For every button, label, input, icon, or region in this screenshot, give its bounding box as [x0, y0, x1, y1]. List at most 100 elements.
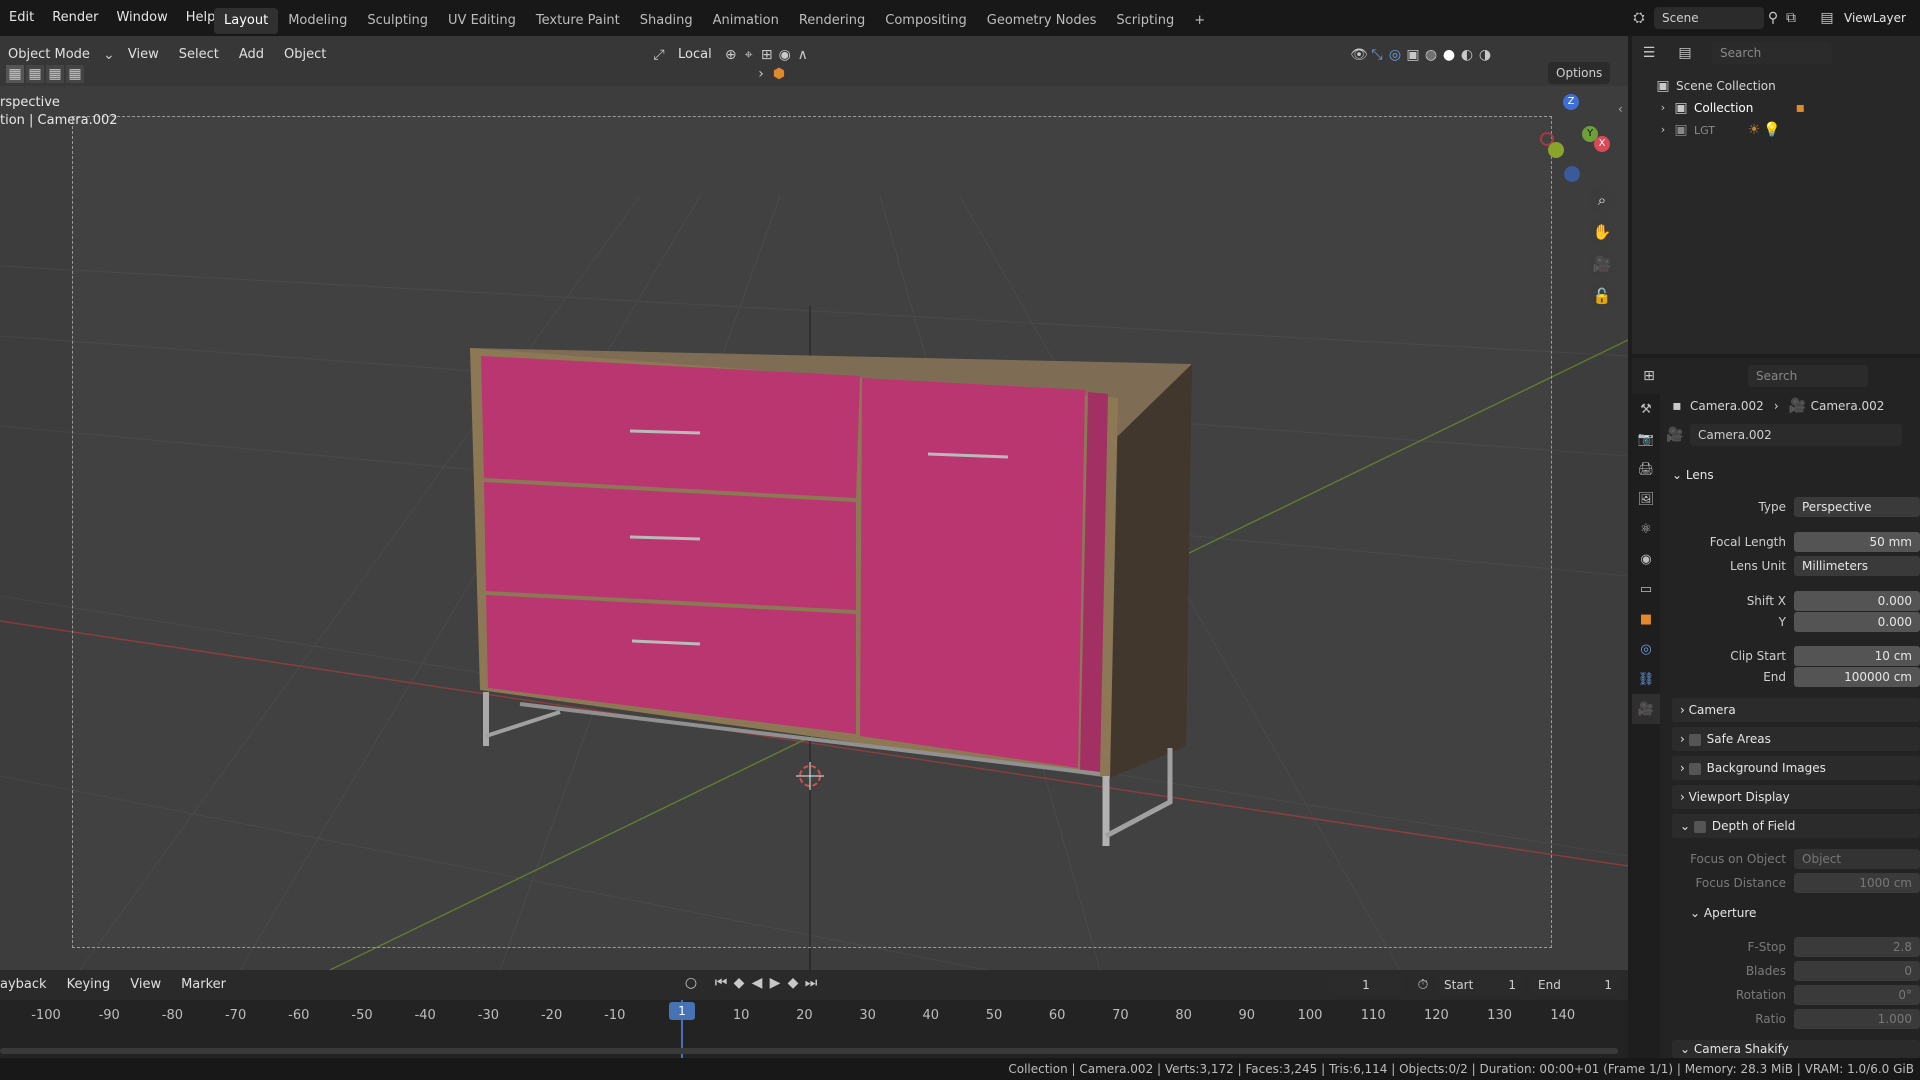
aperture-subpanel-header[interactable]: ⌄ Aperture: [1690, 906, 1756, 920]
display-mode-icon[interactable]: ▤: [1676, 44, 1694, 62]
timeline-ruler[interactable]: -100 -90 -80 -70 -60 -50 -40 -30 -20 -10 10 20 30 40 5…: [0, 970, 1628, 1058]
scene-selector[interactable]: Scene: [1654, 7, 1764, 29]
camera-datablock-icon[interactable]: 🎥: [1666, 426, 1684, 444]
rendered-shading-icon[interactable]: ◑: [1476, 46, 1494, 64]
camera-object-icon[interactable]: ▪: [1791, 99, 1809, 117]
tab-sculpting[interactable]: Sculpting: [357, 8, 438, 34]
tab-compositing[interactable]: Compositing: [875, 8, 977, 34]
options-dropdown[interactable]: Options: [1548, 62, 1611, 84]
shift-x-field[interactable]: 0.000: [1794, 591, 1920, 611]
gizmo-toggle-icon[interactable]: ⤡: [1368, 46, 1386, 64]
fstop-field[interactable]: 2.8: [1794, 937, 1920, 957]
focal-length-field[interactable]: 50 mm: [1794, 532, 1920, 552]
menu-edit[interactable]: Edit: [0, 0, 43, 36]
lens-panel-header[interactable]: ⌄ Lens: [1672, 464, 1920, 486]
tool-tab-icon[interactable]: ⚒: [1632, 394, 1660, 424]
expand-arrow-icon[interactable]: ›: [1654, 121, 1672, 139]
playhead-marker[interactable]: 1: [669, 1002, 695, 1020]
solid-shading-icon[interactable]: ●: [1440, 46, 1458, 64]
3d-viewport[interactable]: Object Mode ⌄ View Select Add Object ▦ ▦…: [0, 36, 1628, 970]
scene-icon[interactable]: ⛭: [1630, 9, 1648, 27]
snap-target-icon[interactable]: ⊞: [758, 46, 776, 64]
tab-scripting[interactable]: Scripting: [1106, 8, 1184, 34]
rotation-field[interactable]: 0°: [1794, 985, 1920, 1005]
safe-areas-panel-header[interactable]: › Safe Areas: [1672, 727, 1920, 751]
xray-icon[interactable]: ▣: [1404, 46, 1422, 64]
pivot-icon[interactable]: ⊕: [722, 46, 740, 64]
tab-shading[interactable]: Shading: [630, 8, 703, 34]
focus-object-field[interactable]: Object: [1794, 849, 1920, 869]
light-icon[interactable]: ☀: [1745, 121, 1763, 139]
tab-animation[interactable]: Animation: [703, 8, 789, 34]
collection-label[interactable]: Collection: [1694, 101, 1753, 115]
camera-view-icon[interactable]: 🎥: [1588, 250, 1616, 278]
lens-unit-dropdown[interactable]: Millimeters: [1794, 556, 1920, 576]
background-images-checkbox[interactable]: [1688, 762, 1701, 775]
wireframe-shading-icon[interactable]: ◍: [1422, 46, 1440, 64]
depth-of-field-checkbox[interactable]: [1693, 820, 1706, 833]
view-layer-icon[interactable]: ▤: [1818, 9, 1836, 27]
gizmo-z-axis[interactable]: Z: [1563, 94, 1579, 110]
light-data-icon[interactable]: 💡: [1763, 121, 1781, 139]
background-images-panel-header[interactable]: › Background Images: [1672, 756, 1920, 780]
outliner-row-lgt[interactable]: › ▣ LGT ☀ 💡: [1654, 120, 1781, 140]
properties-editor-type-icon[interactable]: ⊞: [1640, 367, 1658, 385]
lock-camera-icon[interactable]: 🔓: [1588, 282, 1616, 310]
tab-texture-paint[interactable]: Texture Paint: [526, 8, 630, 34]
expand-arrow-icon[interactable]: ›: [1654, 99, 1672, 117]
viewport-display-panel-header[interactable]: › Viewport Display: [1672, 785, 1920, 809]
chevron-right-icon[interactable]: ›: [752, 65, 770, 83]
shift-y-field[interactable]: 0.000: [1794, 612, 1920, 632]
outliner-row-collection[interactable]: › ▣ Collection ▪: [1654, 98, 1809, 118]
tab-uv-editing[interactable]: UV Editing: [438, 8, 526, 34]
menu-object[interactable]: Object: [274, 42, 336, 68]
render-tab-icon[interactable]: 📷: [1632, 424, 1660, 454]
clip-end-field[interactable]: 100000 cm: [1794, 667, 1920, 687]
menu-render[interactable]: Render: [43, 0, 107, 36]
menu-add[interactable]: Add: [229, 42, 274, 68]
outliner-editor-type-icon[interactable]: ☰: [1640, 44, 1658, 62]
datablock-selector[interactable]: 🎥 Camera.002: [1666, 424, 1902, 446]
tab-modeling[interactable]: Modeling: [278, 8, 357, 34]
navigation-gizmo[interactable]: Z Y X: [1530, 92, 1620, 182]
snap-icon[interactable]: ⌖: [740, 46, 758, 64]
camera-panel-header[interactable]: › Camera: [1672, 698, 1920, 722]
scene-collection-label[interactable]: Scene Collection: [1676, 79, 1776, 93]
view-layer-selector[interactable]: ViewLayer: [1844, 11, 1906, 25]
outliner-search-input[interactable]: Search: [1712, 42, 1832, 64]
focus-distance-field[interactable]: 1000 cm: [1794, 873, 1920, 893]
lgt-label[interactable]: LGT: [1694, 124, 1715, 137]
transform-orientation-dropdown[interactable]: Local: [668, 42, 722, 68]
overlay-toggle-icon[interactable]: ◎: [1386, 46, 1404, 64]
select-extend-icon[interactable]: ▦: [26, 65, 44, 83]
sidebar-toggle-icon[interactable]: ‹: [1618, 102, 1623, 116]
safe-areas-checkbox[interactable]: [1688, 733, 1701, 746]
output-tab-icon[interactable]: 🖨: [1632, 454, 1660, 484]
timeline-scrollbar[interactable]: [0, 1048, 1618, 1054]
datablock-name-field[interactable]: Camera.002: [1690, 424, 1902, 446]
type-dropdown[interactable]: Perspective: [1794, 497, 1920, 517]
tab-geometry-nodes[interactable]: Geometry Nodes: [977, 8, 1107, 34]
timeline-editor[interactable]: ayback Keying View Marker ○ ⏮ ◆ ◀ ▶ ◆ ⏭ …: [0, 970, 1628, 1058]
gizmo-x-axis[interactable]: X: [1594, 136, 1610, 152]
select-invert-icon[interactable]: ▦: [66, 65, 84, 83]
camera-shakify-panel-header[interactable]: ⌄ Camera Shakify: [1672, 1040, 1920, 1058]
gizmo-neg-y-axis[interactable]: [1548, 142, 1564, 158]
ratio-field[interactable]: 1.000: [1794, 1009, 1920, 1029]
tab-layout[interactable]: Layout: [214, 7, 279, 34]
transform-orientation-icon[interactable]: ⤢: [650, 46, 668, 64]
menu-select[interactable]: Select: [169, 42, 229, 68]
select-new-icon[interactable]: ▦: [6, 65, 24, 83]
tab-rendering[interactable]: Rendering: [789, 8, 875, 34]
material-shading-icon[interactable]: ◐: [1458, 46, 1476, 64]
proportional-edit-icon[interactable]: ◉: [776, 46, 794, 64]
menu-window[interactable]: Window: [107, 0, 176, 36]
new-scene-icon[interactable]: ⧉: [1782, 9, 1800, 27]
select-subtract-icon[interactable]: ▦: [46, 65, 64, 83]
clip-start-field[interactable]: 10 cm: [1794, 646, 1920, 666]
zoom-icon[interactable]: ⌕: [1588, 186, 1616, 214]
properties-search-input[interactable]: Search: [1748, 365, 1868, 387]
gizmo-neg-z-axis[interactable]: [1564, 166, 1580, 182]
camera-data-tab-icon[interactable]: 🎥: [1632, 694, 1660, 724]
pin-icon[interactable]: ⚲: [1764, 9, 1782, 27]
